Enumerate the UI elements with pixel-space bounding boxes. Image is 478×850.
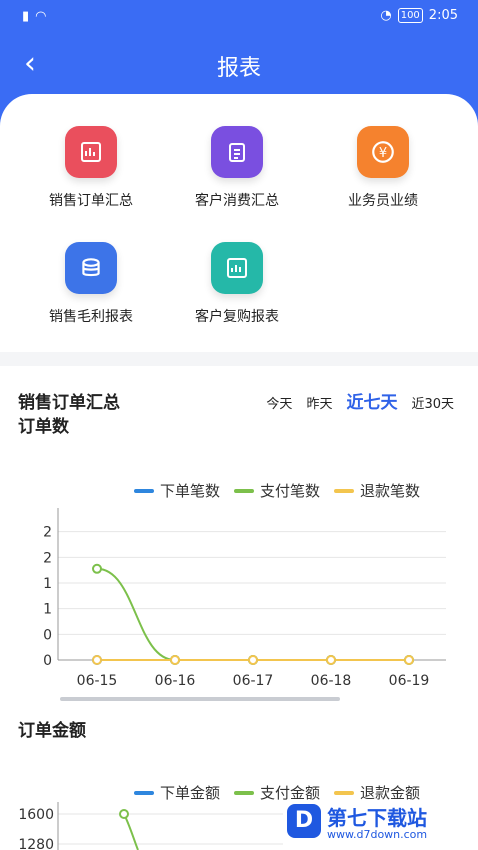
sales-order-summary-section: 销售订单汇总 订单数 今天 昨天 近七天 近30天 下单笔数 支付笔数 退款笔数…: [0, 366, 478, 850]
legend-label: 下单金额: [160, 784, 221, 802]
sim-alert-icon: ▮: [22, 9, 30, 24]
wifi-icon: ◠: [35, 9, 47, 24]
speedometer-icon: ◔: [380, 8, 392, 23]
data-point: [119, 809, 129, 819]
x-tick-label: 06-16: [155, 673, 196, 689]
site-watermark: D 第七下载站 www.d7down.com: [283, 800, 478, 850]
yen-coin-icon: ¥: [357, 126, 409, 178]
legend-item[interactable]: 下单金额: [134, 782, 220, 803]
y-tick-label: 1: [43, 576, 52, 592]
report-label: 客户复购报表: [195, 309, 279, 325]
tab-last-7-days[interactable]: 近七天: [346, 388, 397, 413]
report-sales-order-summary[interactable]: 销售订单汇总: [16, 126, 166, 236]
report-label: 销售订单汇总: [49, 193, 133, 209]
report-label: 客户消费汇总: [195, 193, 279, 209]
series-line-2: [123, 813, 139, 850]
order-count-title: 订单数: [18, 417, 69, 437]
svg-text:¥: ¥: [379, 146, 387, 161]
tab-today[interactable]: 今天: [266, 393, 292, 412]
data-point: [92, 655, 102, 665]
report-card: 销售订单汇总 客户消费汇总 ¥ 业务员业绩 销售毛利报表 客户复购报表: [0, 94, 478, 352]
report-label: 销售毛利报表: [49, 309, 133, 325]
navigation-bar: ‹ 报表: [0, 40, 478, 90]
report-salesperson-performance[interactable]: ¥ 业务员业绩: [308, 126, 458, 236]
report-label: 业务员业绩: [348, 193, 418, 209]
x-tick-label: 06-15: [77, 673, 118, 689]
clipboard-icon: [211, 126, 263, 178]
x-tick-label: 06-18: [311, 673, 352, 689]
y-tick-label: 0: [43, 627, 52, 643]
legend-swatch-blue: [134, 790, 154, 795]
y-tick-label: 1: [43, 602, 52, 618]
data-point: [248, 655, 258, 665]
section-title: 销售订单汇总: [18, 393, 120, 413]
battery-icon: 100: [397, 8, 423, 23]
data-point: [326, 655, 336, 665]
data-point: [92, 563, 102, 574]
repurchase-chart-icon: [211, 242, 263, 294]
status-time: 2:05: [428, 8, 458, 23]
page-title: 报表: [216, 56, 261, 81]
watermark-text: 第七下载站: [327, 806, 427, 830]
legend-swatch-yellow: [334, 488, 355, 493]
legend-swatch-yellow: [334, 790, 355, 795]
y-tick-label: 1280: [18, 837, 54, 850]
coin-stack-icon: [65, 242, 117, 294]
order-count-chart: 0 0 1 1 2 2 06-15 06-16 06-17 06-18 06-19: [43, 508, 446, 689]
chart-scrollbar[interactable]: [60, 697, 340, 701]
legend-swatch-green: [234, 488, 255, 493]
sales-order-chart-icon: [65, 126, 117, 178]
tab-yesterday[interactable]: 昨天: [306, 393, 332, 412]
data-point: [404, 655, 414, 665]
tab-last-30-days[interactable]: 近30天: [411, 393, 454, 412]
y-tick-label: 1600: [18, 807, 54, 823]
report-sales-gross-profit[interactable]: 销售毛利报表: [16, 242, 166, 352]
x-tick-label: 06-19: [389, 673, 430, 689]
report-customer-consumption[interactable]: 客户消费汇总: [162, 126, 312, 236]
series-line-2: [96, 567, 409, 661]
status-bar: ▮ ◠ ◔ 100 2:05: [0, 0, 478, 34]
report-customer-repurchase[interactable]: 客户复购报表: [162, 242, 312, 352]
data-point: [170, 655, 180, 665]
y-tick-label: 2: [43, 550, 52, 566]
order-amount-title: 订单金额: [18, 721, 86, 741]
site-logo-icon: D: [287, 804, 321, 838]
y-tick-label: 2: [43, 525, 52, 541]
x-tick-label: 06-17: [233, 673, 274, 689]
legend-swatch-blue: [134, 488, 154, 493]
y-tick-label: 0: [43, 653, 52, 669]
watermark-url: www.d7down.com: [327, 828, 428, 841]
date-range-tabs: 今天 昨天 近七天 近30天: [266, 388, 454, 413]
legend-swatch-green: [234, 790, 255, 795]
